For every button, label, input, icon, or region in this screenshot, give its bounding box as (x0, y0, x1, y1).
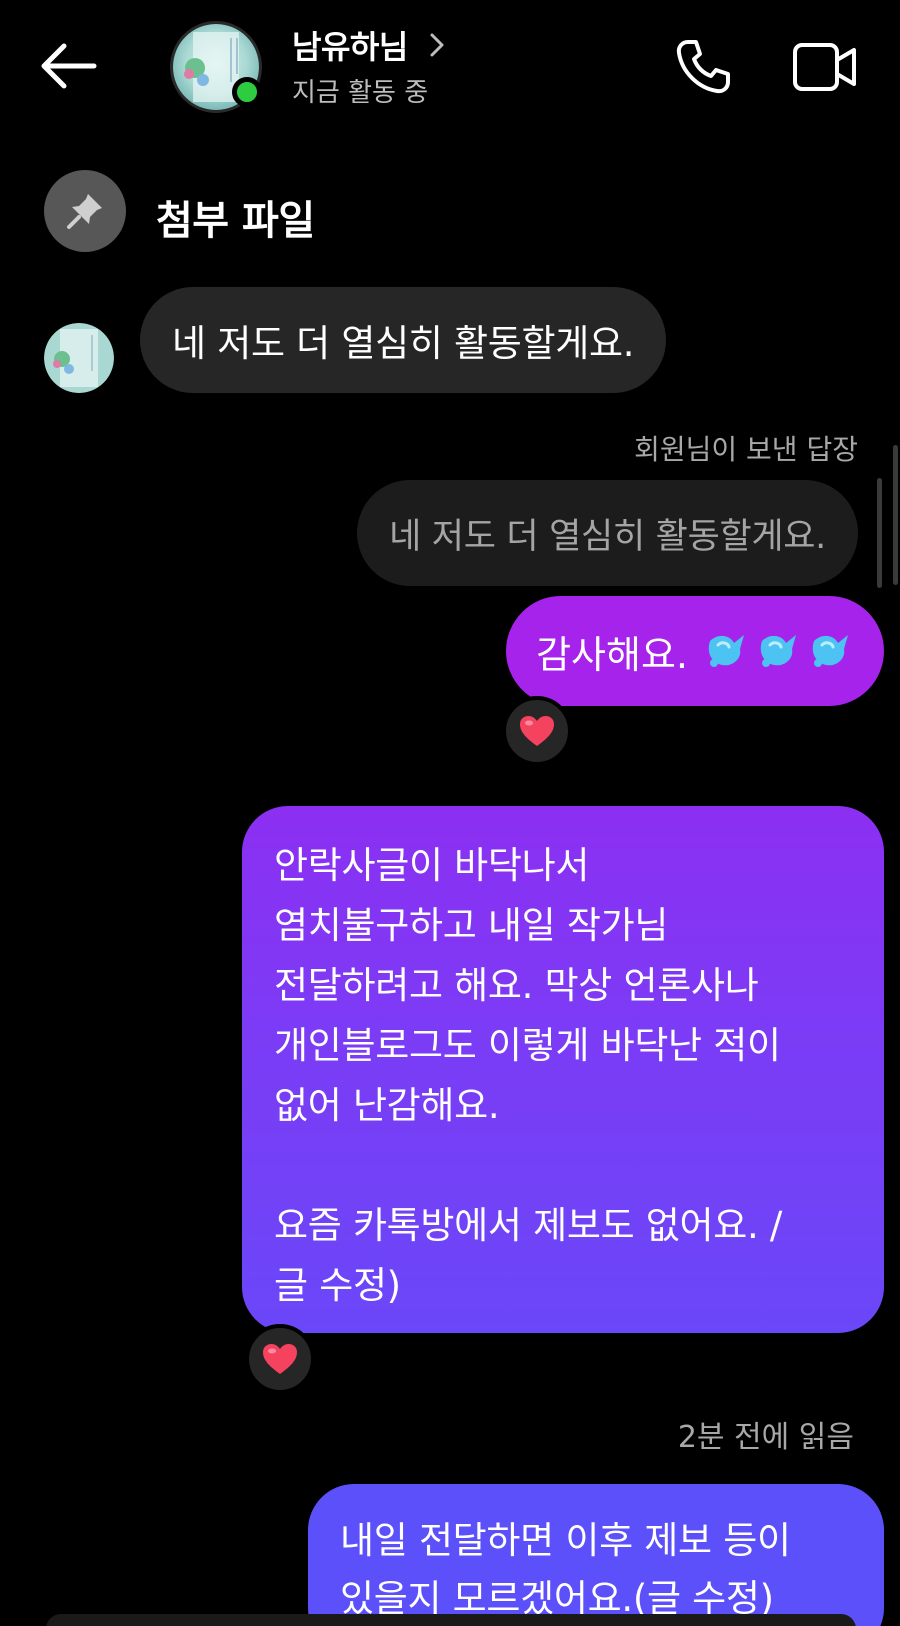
chevron-right-icon[interactable] (428, 30, 446, 60)
message-line: 개인블로그도 이렇게 바닥난 적이 (274, 1024, 781, 1067)
back-button[interactable] (38, 40, 100, 92)
outgoing-message-bubble-long[interactable]: 안락사글이 바닥나서 염치불구하고 내일 작가님 전달하려고 해요. 막상 언론… (242, 806, 884, 1333)
outgoing-message-bubble[interactable]: 감사해요. (506, 596, 884, 706)
dm-thread-screen: 남유하님 지금 활동 중 첨부 파일 네 저도 더 열심히 활동할게요. 회원님… (0, 0, 900, 1626)
heart-reaction[interactable] (245, 1324, 315, 1394)
replied-message-quote[interactable]: 네 저도 더 열심히 활동할게요. (357, 480, 858, 586)
message-line: 전달하려고 해요. 막상 언론사나 (274, 964, 759, 1007)
message-line: 요즘 카톡방에서 제보도 없어요. / (274, 1204, 783, 1247)
message-line: 염치불구하고 내일 작가님 (274, 904, 669, 947)
read-receipt: 2분 전에 읽음 (677, 1420, 854, 1455)
sender-avatar[interactable] (44, 323, 114, 393)
outgoing-message-bubble-last[interactable]: 내일 전달하면 이후 제보 등이 있을지 모르겠어요.(글 수정) (308, 1484, 884, 1626)
online-status-dot (232, 77, 262, 107)
message-line (274, 1136, 852, 1196)
phone-icon (676, 40, 730, 94)
message-line: 없어 난감해요. (274, 1084, 500, 1127)
pinned-attachments-row[interactable]: 첨부 파일 (44, 170, 544, 252)
contact-activity-status: 지금 활동 중 (292, 78, 429, 108)
reply-indicator-bar (877, 478, 882, 588)
video-call-button[interactable] (792, 40, 858, 94)
message-line: 글 수정) (274, 1264, 401, 1307)
incoming-message-bubble[interactable]: 네 저도 더 열심히 활동할게요. (140, 287, 667, 393)
pin-badge (44, 170, 126, 252)
message-text: 감사해요. (536, 632, 688, 677)
avatar-image (44, 323, 114, 393)
back-arrow-icon (41, 43, 97, 89)
voice-call-button[interactable] (672, 36, 734, 98)
reply-context-label: 회원님이 보낸 답장 (634, 433, 858, 466)
message-line: 안락사글이 바닥나서 (274, 844, 590, 887)
contact-name[interactable]: 남유하님 (292, 22, 408, 68)
composer-top-edge (46, 1614, 856, 1626)
pinned-label: 첨부 파일 (156, 198, 315, 244)
heart-reaction[interactable] (502, 696, 572, 766)
sweat-droplets-icon (704, 631, 854, 671)
heart-icon (263, 1344, 297, 1374)
heart-icon (520, 716, 554, 746)
pin-icon (67, 194, 102, 229)
scrollbar[interactable] (893, 445, 898, 585)
contact-avatar[interactable] (170, 21, 262, 113)
message-line: 내일 전달하면 이후 제보 등이 (340, 1519, 791, 1562)
video-camera-icon (793, 43, 856, 91)
chat-header: 남유하님 지금 활동 중 (0, 0, 900, 135)
